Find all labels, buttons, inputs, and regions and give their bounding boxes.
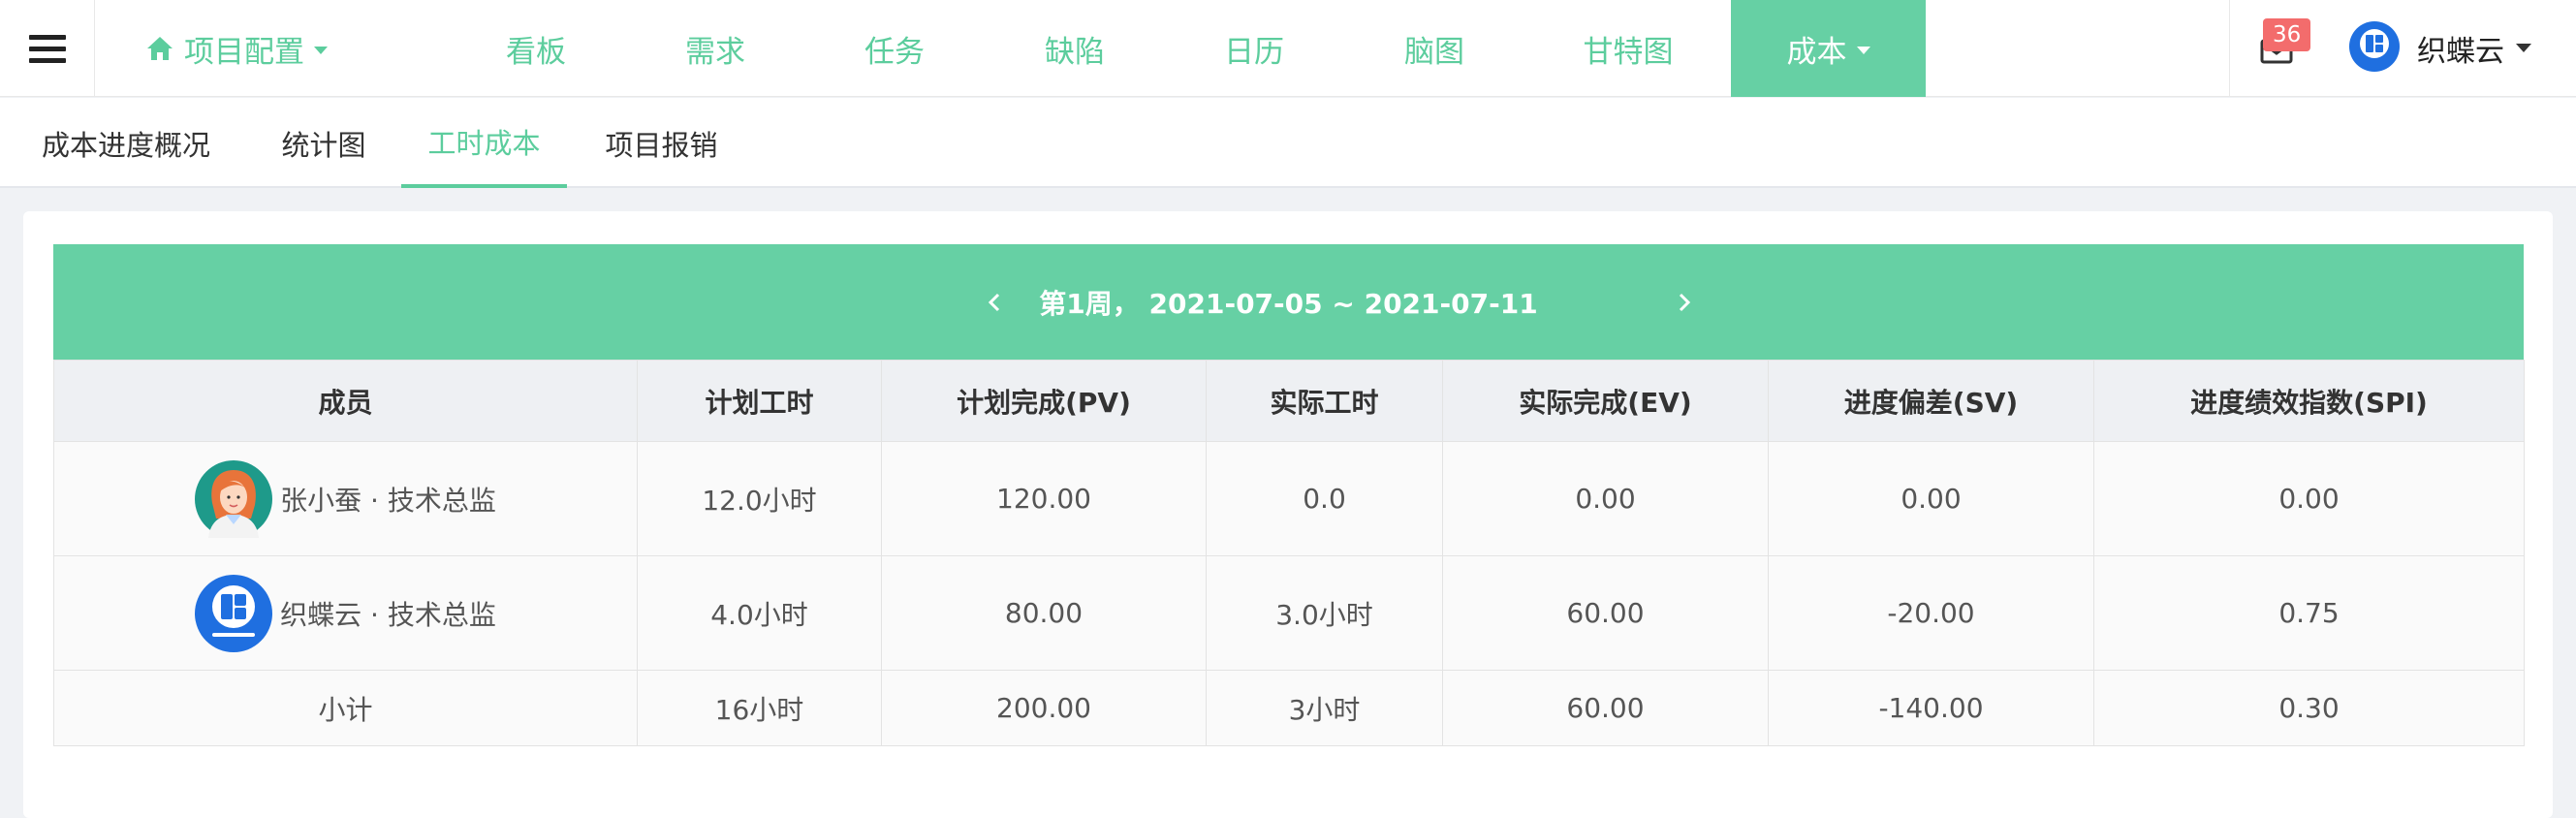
column-header: 实际完成(EV) — [1442, 360, 1769, 442]
prev-week-button[interactable] — [975, 244, 1014, 360]
nav-tasks[interactable]: 任务 — [841, 0, 948, 97]
member-cell: 织蝶云 · 技术总监 — [53, 555, 638, 671]
chevron-right-icon — [1679, 293, 1691, 311]
header-divider — [2229, 0, 2230, 97]
tab-cost-overview[interactable]: 成本进度概况 — [29, 98, 223, 188]
week-selector: 第1周， 2021-07-05 ~ 2021-07-11 — [53, 244, 2524, 360]
subtotal-label: 小计 — [53, 670, 638, 746]
table-header-row: 成员 计划工时 计划完成(PV) 实际工时 实际完成(EV) 进度偏差(SV) … — [53, 360, 2525, 442]
ev-cell: 0.00 — [1442, 441, 1769, 556]
ev-cell: 60.00 — [1442, 555, 1769, 671]
column-header: 实际工时 — [1206, 360, 1443, 442]
actual-hours-cell: 3.0小时 — [1206, 555, 1443, 671]
sv-cell: -140.00 — [1768, 670, 2094, 746]
nav-project-config[interactable]: 项目配置 — [143, 0, 330, 97]
user-name[interactable]: 织蝶云 — [2417, 27, 2504, 70]
spi-cell: 0.30 — [2093, 670, 2525, 746]
ev-cell: 60.00 — [1442, 670, 1769, 746]
nav-kanban[interactable]: 看板 — [483, 0, 589, 97]
pv-cell: 120.00 — [881, 441, 1207, 556]
actual-hours-cell: 3小时 — [1206, 670, 1443, 746]
member-name: 张小蚕 · 技术总监 — [280, 484, 496, 517]
column-header: 计划完成(PV) — [881, 360, 1207, 442]
column-header: 进度偏差(SV) — [1768, 360, 2094, 442]
chevron-down-icon — [314, 47, 328, 54]
notification-badge: 36 — [2263, 18, 2311, 51]
column-header: 计划工时 — [637, 360, 882, 442]
nav-cost[interactable]: 成本 — [1731, 0, 1926, 97]
hamburger-icon — [28, 34, 66, 40]
next-week-button[interactable] — [1665, 244, 1704, 360]
column-header: 成员 — [53, 360, 638, 442]
table-row: 织蝶云 · 技术总监 4.0小时 80.00 3.0小时 60.00 -20.0… — [53, 555, 2525, 671]
top-navbar: 项目配置 看板 需求 任务 缺陷 日历 脑图 甘特图 成本 36 织蝶云 — [0, 0, 2576, 97]
week-label: 第1周， 2021-07-05 ~ 2021-07-11 — [1039, 287, 1538, 320]
chevron-left-icon — [988, 293, 1000, 311]
actual-hours-cell: 0.0 — [1206, 441, 1443, 556]
spi-cell: 0.75 — [2093, 555, 2525, 671]
nav-mindmap[interactable]: 脑图 — [1381, 0, 1488, 97]
plan-hours-cell: 16小时 — [637, 670, 882, 746]
tab-statistics-chart[interactable]: 统计图 — [254, 98, 393, 188]
member-cell: 张小蚕 · 技术总监 — [53, 441, 638, 556]
cost-subtabs: 成本进度概况 统计图 工时成本 项目报销 — [0, 98, 2576, 188]
nav-gantt[interactable]: 甘特图 — [1560, 0, 1696, 97]
spi-cell: 0.00 — [2093, 441, 2525, 556]
column-header: 进度绩效指数(SPI) — [2093, 360, 2525, 442]
sv-cell: 0.00 — [1768, 441, 2094, 556]
subtotal-row: 小计 16小时 200.00 3小时 60.00 -140.00 0.30 — [53, 670, 2525, 746]
plan-hours-cell: 12.0小时 — [637, 441, 882, 556]
sv-cell: -20.00 — [1768, 555, 2094, 671]
plan-hours-cell: 4.0小时 — [637, 555, 882, 671]
home-icon — [147, 37, 173, 60]
menu-toggle-button[interactable] — [0, 0, 95, 97]
member-name: 织蝶云 · 技术总监 — [280, 598, 496, 631]
nav-calendar[interactable]: 日历 — [1201, 0, 1307, 97]
user-avatar[interactable] — [2349, 21, 2400, 72]
member-avatar-female — [195, 459, 273, 538]
labor-cost-table: 成员 计划工时 计划完成(PV) 实际工时 实际完成(EV) 进度偏差(SV) … — [53, 360, 2525, 746]
member-avatar-brand-logo — [195, 574, 273, 652]
pv-cell: 80.00 — [881, 555, 1207, 671]
tab-project-reimbursement[interactable]: 项目报销 — [586, 98, 737, 188]
chevron-down-icon[interactable] — [2516, 44, 2531, 52]
tab-labor-cost[interactable]: 工时成本 — [401, 98, 567, 188]
pv-cell: 200.00 — [881, 670, 1207, 746]
table-row: 张小蚕 · 技术总监 12.0小时 120.00 0.0 0.00 0.00 0… — [53, 441, 2525, 556]
chevron-down-icon — [1856, 47, 1870, 54]
nav-requirements[interactable]: 需求 — [662, 0, 769, 97]
nav-defects[interactable]: 缺陷 — [1021, 0, 1128, 97]
